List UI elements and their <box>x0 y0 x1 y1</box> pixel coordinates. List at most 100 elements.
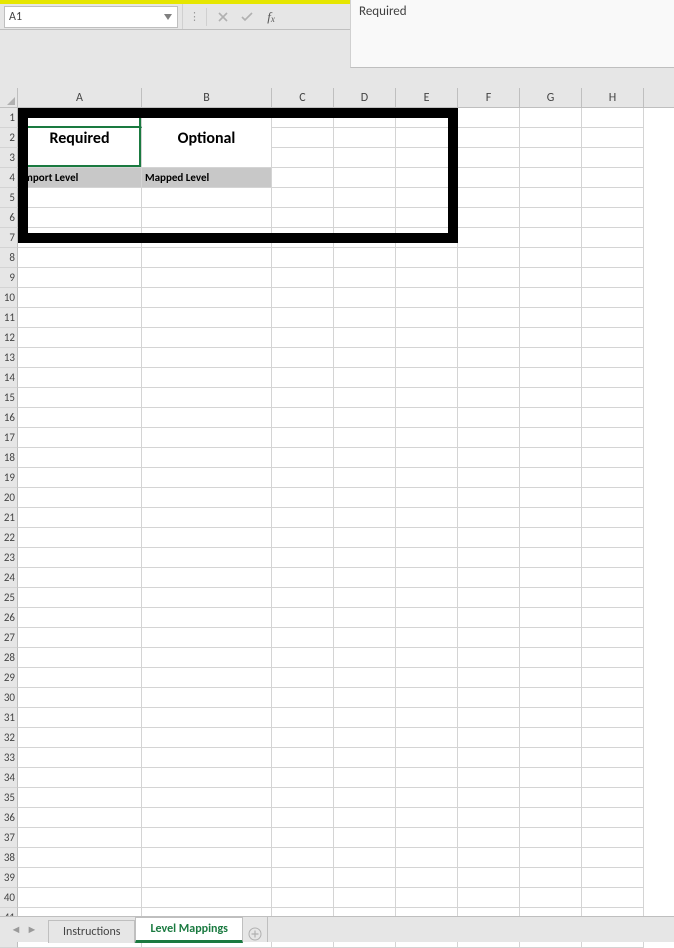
cell[interactable] <box>582 388 644 408</box>
cell[interactable] <box>582 508 644 528</box>
add-sheet-button[interactable] <box>243 926 267 942</box>
cell[interactable] <box>334 668 396 688</box>
cell[interactable] <box>272 648 334 668</box>
cell[interactable] <box>582 368 644 388</box>
cell[interactable] <box>396 288 458 308</box>
row-header[interactable]: 29 <box>0 668 18 688</box>
cell[interactable] <box>582 208 644 228</box>
cell[interactable] <box>272 728 334 748</box>
cell[interactable] <box>272 168 334 188</box>
cell[interactable] <box>334 488 396 508</box>
cell[interactable] <box>142 228 272 248</box>
cell[interactable] <box>396 468 458 488</box>
cell[interactable] <box>142 748 272 768</box>
cell[interactable] <box>18 528 142 548</box>
cell[interactable] <box>396 668 458 688</box>
row-header[interactable]: 23 <box>0 548 18 568</box>
cell[interactable] <box>142 188 272 208</box>
cell[interactable] <box>142 348 272 368</box>
row-header[interactable]: 16 <box>0 408 18 428</box>
cell[interactable] <box>18 668 142 688</box>
cell[interactable] <box>582 428 644 448</box>
row-header[interactable]: 34 <box>0 768 18 788</box>
cell[interactable] <box>142 668 272 688</box>
cell[interactable] <box>334 848 396 868</box>
cell[interactable] <box>582 348 644 368</box>
cell[interactable] <box>272 408 334 428</box>
cell[interactable] <box>396 868 458 888</box>
cell[interactable] <box>334 768 396 788</box>
cell[interactable] <box>18 808 142 828</box>
cell[interactable] <box>334 528 396 548</box>
cell[interactable] <box>582 808 644 828</box>
cell[interactable] <box>396 148 458 168</box>
row-header[interactable]: 6 <box>0 208 18 228</box>
cell[interactable] <box>582 248 644 268</box>
cell[interactable] <box>582 768 644 788</box>
cell[interactable] <box>334 688 396 708</box>
cell[interactable] <box>520 268 582 288</box>
cell[interactable] <box>520 388 582 408</box>
cell[interactable] <box>334 868 396 888</box>
cell[interactable] <box>272 268 334 288</box>
cell[interactable] <box>582 788 644 808</box>
cell[interactable] <box>142 848 272 868</box>
cell[interactable] <box>396 888 458 908</box>
cell[interactable] <box>142 388 272 408</box>
row-header[interactable]: 22 <box>0 528 18 548</box>
cell[interactable] <box>18 728 142 748</box>
cell[interactable] <box>520 588 582 608</box>
cell[interactable] <box>458 508 520 528</box>
cell[interactable] <box>334 508 396 528</box>
cell[interactable] <box>458 388 520 408</box>
cell[interactable] <box>458 648 520 668</box>
cell[interactable] <box>334 748 396 768</box>
cell[interactable] <box>582 288 644 308</box>
cell[interactable] <box>334 168 396 188</box>
cell[interactable] <box>18 248 142 268</box>
row-header[interactable]: 3 <box>0 148 18 168</box>
cell[interactable] <box>520 848 582 868</box>
cell[interactable] <box>520 888 582 908</box>
cell[interactable] <box>272 428 334 448</box>
cell[interactable] <box>458 628 520 648</box>
cell[interactable] <box>142 608 272 628</box>
cell[interactable] <box>18 408 142 428</box>
cell[interactable] <box>396 348 458 368</box>
cell[interactable] <box>582 568 644 588</box>
cell[interactable] <box>520 768 582 788</box>
row-header[interactable]: 28 <box>0 648 18 668</box>
cell[interactable] <box>334 108 396 128</box>
cell[interactable] <box>458 348 520 368</box>
cell[interactable] <box>272 348 334 368</box>
row-header[interactable]: 24 <box>0 568 18 588</box>
cell[interactable] <box>582 608 644 628</box>
cell[interactable] <box>142 248 272 268</box>
cell[interactable] <box>582 328 644 348</box>
row-header[interactable]: 26 <box>0 608 18 628</box>
row-header[interactable]: 11 <box>0 308 18 328</box>
cell[interactable] <box>142 528 272 548</box>
cell[interactable] <box>582 668 644 688</box>
cell[interactable] <box>272 308 334 328</box>
cell[interactable] <box>520 428 582 448</box>
row-header[interactable]: 17 <box>0 428 18 448</box>
cell[interactable] <box>142 728 272 748</box>
column-header-B[interactable]: B <box>142 88 272 107</box>
cell[interactable] <box>334 588 396 608</box>
cell[interactable] <box>142 208 272 228</box>
cell[interactable] <box>142 308 272 328</box>
cell[interactable] <box>18 428 142 448</box>
cell[interactable] <box>396 328 458 348</box>
cell[interactable] <box>582 848 644 868</box>
cell[interactable] <box>582 148 644 168</box>
cell[interactable] <box>458 708 520 728</box>
cell[interactable] <box>272 128 334 148</box>
cell[interactable] <box>458 268 520 288</box>
row-header[interactable]: 10 <box>0 288 18 308</box>
cell[interactable] <box>142 448 272 468</box>
cell[interactable] <box>334 328 396 348</box>
cell[interactable] <box>142 268 272 288</box>
cell[interactable] <box>582 728 644 748</box>
cell[interactable] <box>272 108 334 128</box>
